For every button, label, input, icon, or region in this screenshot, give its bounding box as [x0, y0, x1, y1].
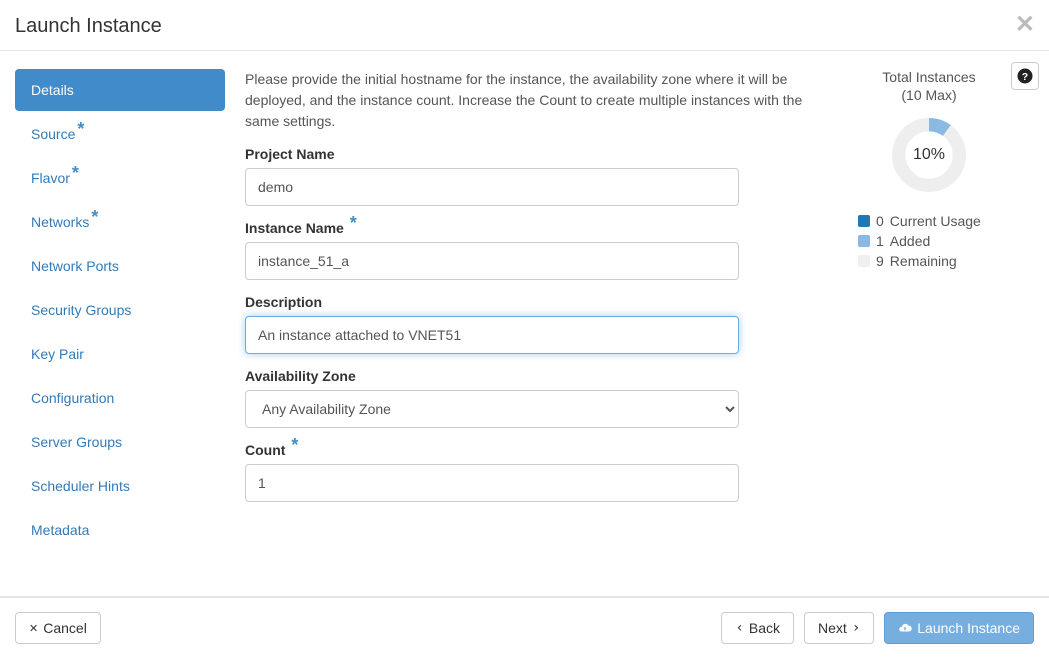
- field-instance-name: Instance Name *: [245, 220, 804, 280]
- sidebar-item-label: Network Ports: [31, 258, 119, 274]
- footer-right-group: ‹ Back Next › Launch Instance: [721, 612, 1034, 644]
- sidebar-item-flavor[interactable]: Flavor*: [15, 157, 225, 199]
- legend-current-count: 0: [876, 213, 884, 229]
- instance-name-label-text: Instance Name: [245, 220, 344, 236]
- launch-instance-button[interactable]: Launch Instance: [884, 612, 1034, 644]
- project-name-label-text: Project Name: [245, 146, 334, 162]
- quota-panel: Total Instances (10 Max) 10% 0 Current U…: [824, 69, 1034, 576]
- sidebar-item-security-groups[interactable]: Security Groups: [15, 289, 225, 331]
- legend-remaining-label: Remaining: [890, 253, 957, 269]
- count-input[interactable]: [245, 464, 739, 502]
- cloud-upload-icon: [898, 621, 912, 635]
- description-label: Description: [245, 294, 804, 310]
- sidebar-item-configuration[interactable]: Configuration: [15, 377, 225, 419]
- cancel-button-label: Cancel: [43, 620, 87, 636]
- instance-name-label: Instance Name *: [245, 220, 804, 236]
- next-button[interactable]: Next ›: [804, 612, 874, 644]
- legend-current-usage: 0 Current Usage: [858, 213, 1034, 229]
- availability-zone-select[interactable]: Any Availability Zone: [245, 390, 739, 428]
- next-button-label: Next: [818, 620, 847, 636]
- quota-subtitle: (10 Max): [824, 87, 1034, 103]
- availability-zone-label-text: Availability Zone: [245, 368, 356, 384]
- sidebar-item-key-pair[interactable]: Key Pair: [15, 333, 225, 375]
- availability-zone-label: Availability Zone: [245, 368, 804, 384]
- sidebar-item-network-ports[interactable]: Network Ports: [15, 245, 225, 287]
- help-button[interactable]: ?: [1011, 62, 1039, 90]
- quota-donut: 10%: [889, 115, 969, 195]
- required-marker: *: [291, 435, 298, 455]
- modal-title: Launch Instance: [15, 15, 1034, 38]
- launch-instance-modal: ✕ ? Launch Instance DetailsSource*Flavor…: [0, 0, 1049, 658]
- legend-remaining: 9 Remaining: [858, 253, 1034, 269]
- modal-header: Launch Instance: [0, 0, 1049, 50]
- details-form: Please provide the initial hostname for …: [245, 69, 824, 576]
- legend-swatch-added: [858, 235, 870, 247]
- sidebar-item-details[interactable]: Details: [15, 69, 225, 111]
- sidebar-item-label: Configuration: [31, 390, 114, 406]
- legend-swatch-current: [858, 215, 870, 227]
- back-button[interactable]: ‹ Back: [721, 612, 794, 644]
- quota-legend: 0 Current Usage 1 Added 9 Remaining: [824, 213, 1034, 269]
- description-label-text: Description: [245, 294, 322, 310]
- sidebar-item-label: Scheduler Hints: [31, 478, 130, 494]
- sidebar-item-metadata[interactable]: Metadata: [15, 509, 225, 551]
- sidebar-item-label: Server Groups: [31, 434, 122, 450]
- field-project-name: Project Name: [245, 146, 804, 206]
- intro-text: Please provide the initial hostname for …: [245, 69, 804, 132]
- sidebar-item-label: Key Pair: [31, 346, 84, 362]
- required-marker: *: [72, 163, 79, 183]
- wizard-sidebar: DetailsSource*Flavor*Networks*Network Po…: [15, 69, 245, 576]
- close-icon: ✕: [29, 622, 38, 635]
- required-marker: *: [91, 207, 98, 227]
- close-icon[interactable]: ✕: [1015, 10, 1035, 39]
- legend-remaining-count: 9: [876, 253, 884, 269]
- required-marker: *: [350, 213, 357, 233]
- sidebar-item-label: Flavor: [31, 170, 70, 186]
- quota-title: Total Instances: [824, 69, 1034, 85]
- sidebar-item-source[interactable]: Source*: [15, 113, 225, 155]
- sidebar-item-label: Security Groups: [31, 302, 131, 318]
- description-input[interactable]: [245, 316, 739, 354]
- project-name-label: Project Name: [245, 146, 804, 162]
- help-icon: ?: [1016, 67, 1034, 85]
- legend-added-label: Added: [890, 233, 930, 249]
- sidebar-item-scheduler-hints[interactable]: Scheduler Hints: [15, 465, 225, 507]
- sidebar-item-label: Metadata: [31, 522, 89, 538]
- legend-swatch-remaining: [858, 255, 870, 267]
- instance-name-input[interactable]: [245, 242, 739, 280]
- launch-button-label: Launch Instance: [917, 620, 1020, 636]
- modal-footer: ✕ Cancel ‹ Back Next › Launch Instance: [0, 597, 1049, 658]
- svg-text:?: ?: [1022, 71, 1028, 83]
- legend-current-label: Current Usage: [890, 213, 981, 229]
- quota-percent: 10%: [913, 146, 945, 164]
- field-count: Count *: [245, 442, 804, 502]
- cancel-button[interactable]: ✕ Cancel: [15, 612, 101, 644]
- legend-added: 1 Added: [858, 233, 1034, 249]
- count-label: Count *: [245, 442, 804, 458]
- back-button-label: Back: [749, 620, 780, 636]
- sidebar-item-label: Source: [31, 126, 75, 142]
- sidebar-item-networks[interactable]: Networks*: [15, 201, 225, 243]
- field-description: Description: [245, 294, 804, 354]
- required-marker: *: [77, 119, 84, 139]
- field-availability-zone: Availability Zone Any Availability Zone: [245, 368, 804, 428]
- chevron-left-icon: ‹: [735, 620, 743, 636]
- sidebar-item-label: Details: [31, 82, 74, 98]
- sidebar-item-server-groups[interactable]: Server Groups: [15, 421, 225, 463]
- project-name-input[interactable]: [245, 168, 739, 206]
- legend-added-count: 1: [876, 233, 884, 249]
- sidebar-item-label: Networks: [31, 214, 89, 230]
- modal-body: DetailsSource*Flavor*Networks*Network Po…: [0, 51, 1049, 596]
- count-label-text: Count: [245, 442, 285, 458]
- chevron-right-icon: ›: [852, 620, 860, 636]
